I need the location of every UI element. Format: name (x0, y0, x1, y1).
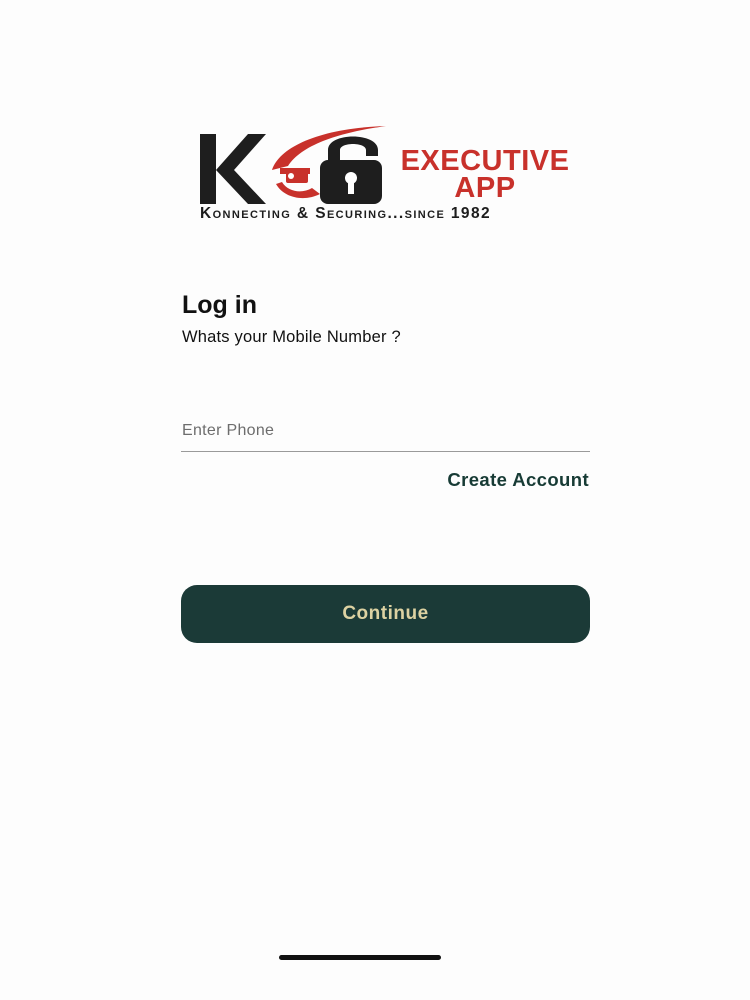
phone-input[interactable] (181, 410, 590, 452)
page-title: Log in (182, 291, 257, 319)
page-subtitle: Whats your Mobile Number ? (182, 328, 401, 346)
logo-title-line1: EXECUTIVE (400, 145, 570, 177)
login-screen: EXECUTIVE APP Konnecting & Securing...si… (0, 0, 750, 1000)
logo-app-title: EXECUTIVE APP (392, 145, 578, 204)
camera-icon (286, 170, 308, 183)
kes-logo: EXECUTIVE APP Konnecting & Securing...si… (192, 122, 582, 234)
continue-button[interactable]: Continue (181, 585, 590, 643)
create-account-link[interactable]: Create Account (447, 469, 589, 491)
logo-tagline: Konnecting & Securing...since 1982 (200, 205, 491, 222)
home-indicator[interactable] (279, 955, 441, 960)
padlock-icon (320, 136, 382, 204)
logo-title-line2: APP (454, 172, 516, 204)
kes-logo-mark (200, 126, 386, 204)
